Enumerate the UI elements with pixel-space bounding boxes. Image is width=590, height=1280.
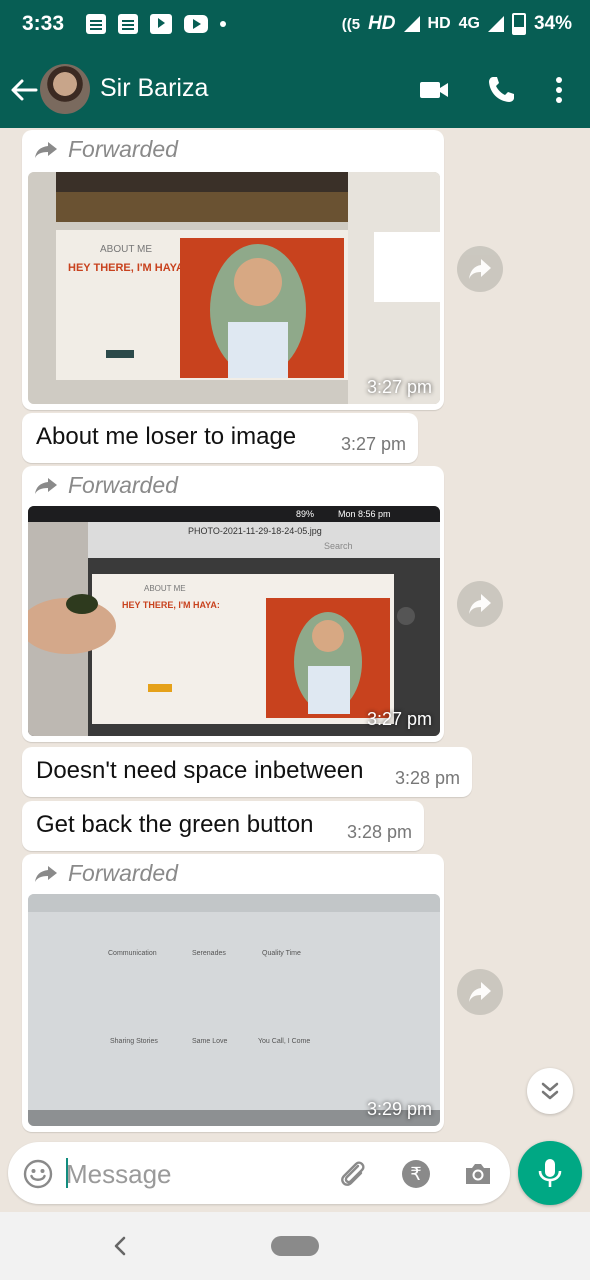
notification-icons [86,14,226,34]
youtube-notification-icon [184,15,208,33]
text-message[interactable]: About me loser to image 3:27 pm [22,413,418,463]
share-arrow-icon [469,259,491,279]
back-arrow-icon[interactable] [10,78,38,102]
chat-area[interactable]: Forwarded ABOUT ME HEY THERE, I'M HAYA! … [0,128,590,1212]
image-attachment[interactable]: Communication Serenades Quality Time Sha… [28,894,440,1126]
forwarded-indicator: Forwarded [34,472,178,499]
text-message[interactable]: Doesn't need space inbetween 3:28 pm [22,747,472,797]
image-col-text: Quality Time [262,950,301,957]
image-about-text: ABOUT ME [100,244,153,255]
signal-icon [403,16,420,32]
camera-icon[interactable] [462,1158,494,1190]
message-time: 3:27 pm [366,709,432,729]
more-notifications-dot-icon [220,21,226,27]
image-col-text: Same Love [192,1038,228,1045]
message-composer: ₹ [8,1142,510,1204]
image-attachment[interactable]: ABOUT ME HEY THERE, I'M HAYA! 3:27 pm [28,172,440,404]
chat-header: Sir Bariza [0,52,590,128]
svg-text:₹: ₹ [410,1164,421,1185]
text-message[interactable]: Get back the green button 3:28 pm [22,801,424,851]
message-text: About me loser to image [36,423,297,450]
attach-icon[interactable] [336,1158,370,1192]
emoji-icon[interactable] [22,1158,54,1190]
forwarded-indicator: Forwarded [34,860,178,887]
status-time: 3:33 [22,12,65,35]
mic-icon [538,1159,562,1187]
system-indicators: ((5 HD HD 4G 34% [342,13,572,35]
image-battery-text: 89% [296,509,315,519]
forwarded-indicator: Forwarded [34,136,178,163]
network-label-1: HD [368,13,396,34]
forwarded-label: Forwarded [68,472,178,498]
more-options-icon[interactable] [543,74,575,106]
network-label-3: 4G [458,15,480,32]
video-notification-icon [150,14,172,34]
document-notification-icon [118,14,138,34]
forwarded-label: Forwarded [68,860,178,886]
forward-share-button[interactable] [457,581,503,627]
video-call-icon[interactable] [418,74,450,106]
message-time: 3:28 pm [394,768,460,788]
message-notification-icon [86,14,106,34]
image-message[interactable]: Forwarded Mon 8:56 pm 89% PHOTO-2021-11-… [22,466,444,742]
website-photo [28,172,440,404]
image-attachment[interactable]: Mon 8:56 pm 89% PHOTO-2021-11-29-18-24-0… [28,506,440,736]
image-headline-text: HEY THERE, I'M HAYA! [68,262,188,274]
battery-percent: 34% [533,13,572,34]
share-arrow-icon [469,982,491,1002]
rupee-payment-icon[interactable]: ₹ [400,1158,432,1190]
screen-photo [28,894,440,1126]
voice-call-icon[interactable] [485,74,517,106]
message-text: Doesn't need space inbetween [36,757,364,784]
image-message[interactable]: Forwarded Communication Serenades Qualit… [22,854,444,1132]
image-col-text: You Call, I Come [258,1038,311,1045]
nav-back-icon[interactable] [110,1234,130,1258]
forward-arrow-icon [35,477,57,494]
share-arrow-icon [469,594,491,614]
avatar[interactable] [40,64,90,114]
message-time: 3:27 pm [340,434,406,454]
message-input[interactable] [64,1152,328,1196]
network-label-2: HD [427,15,451,32]
nav-home-pill[interactable] [271,1236,319,1256]
system-nav-bar [0,1212,590,1280]
voice-message-button[interactable] [518,1141,582,1205]
forwarded-label: Forwarded [68,136,178,162]
forward-arrow-icon [35,141,57,158]
forward-share-button[interactable] [457,246,503,292]
message-time: 3:29 pm [366,1099,432,1119]
forward-share-button[interactable] [457,969,503,1015]
image-file-name: PHOTO-2021-11-29-18-24-05.jpg [188,526,322,536]
scroll-to-bottom-button[interactable] [527,1068,573,1114]
image-col-text: Serenades [192,950,226,957]
image-col-text: Sharing Stories [110,1038,158,1045]
double-chevron-down-icon [541,1082,559,1100]
signal-icon-2 [487,16,504,32]
message-text: Get back the green button [36,811,314,838]
image-about-text: ABOUT ME [144,584,186,593]
battery-icon [511,13,526,35]
image-menubar-time: Mon 8:56 pm [338,509,391,519]
forward-arrow-icon [35,865,57,882]
status-bar: 3:33 ((5 HD HD 4G 34% [0,0,590,52]
message-time: 3:27 pm [366,377,432,397]
contact-name[interactable]: Sir Bariza [100,74,208,103]
laptop-screen-photo [28,506,440,736]
text-caret [66,1158,68,1188]
image-col-text: Communication [108,950,157,957]
message-time: 3:28 pm [346,822,412,842]
hotspot-icon: ((5 [341,15,361,33]
image-message[interactable]: Forwarded ABOUT ME HEY THERE, I'M HAYA! … [22,130,444,410]
image-search-text: Search [324,541,353,551]
image-headline-text: HEY THERE, I'M HAYA: [122,600,220,610]
